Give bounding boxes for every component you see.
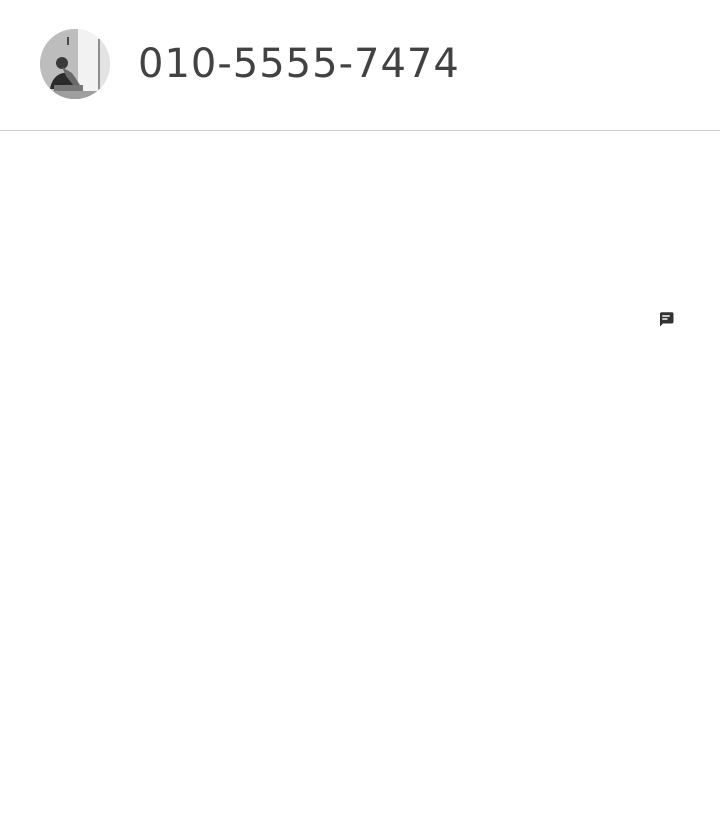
message-button[interactable]	[646, 299, 686, 339]
content-area	[0, 131, 720, 829]
message-icon	[660, 312, 674, 327]
contact-header: 010-5555-7474	[0, 0, 720, 131]
contact-screen: 010-5555-7474	[0, 0, 720, 829]
avatar-photo-icon	[40, 29, 110, 99]
contact-avatar[interactable]	[40, 29, 110, 99]
contact-phone-number: 010-5555-7474	[138, 41, 460, 87]
